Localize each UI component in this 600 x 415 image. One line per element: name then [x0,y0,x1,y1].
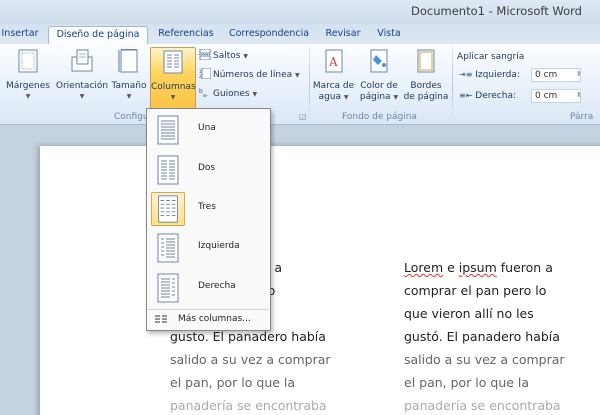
tab-revisar[interactable]: Revisar [322,26,364,44]
tab-diseno-de-pagina[interactable]: Diseño de página [48,26,148,44]
margins-button[interactable]: Márgenes ▼ [3,47,53,109]
chevron-down-icon: ▼ [126,93,132,100]
text-line: el pan, por lo que la [170,375,296,390]
menu-item-one-column[interactable]: Una [148,111,269,149]
columns-dropdown-menu: Una Dos Tres Izquierda Derecha Más colum… [146,108,271,331]
ribbon-tabs: Insertar Diseño de página Referencias Co… [0,24,600,44]
orientation-button[interactable]: Orientación ▼ [55,47,109,109]
hyphenation-button[interactable]: b a- Guiones ▼ [199,87,257,101]
line-numbers-icon: 12 [199,68,211,79]
chevron-down-icon: ▼ [79,93,85,100]
more-columns-menu-item[interactable]: Más columnas... [148,309,269,329]
indent-left-input[interactable]: 0 cm [531,68,581,82]
spinner-icon[interactable]: ⬍ [576,70,582,78]
orientation-icon [71,49,93,72]
page-color-button[interactable]: Color de página ▼ [357,47,401,109]
text-line: que vieron allí no les [404,306,534,321]
columns-button[interactable]: Columnas ▼ [150,47,196,109]
text-line: Lorem e ipsum fueron a [404,260,553,275]
margins-icon [18,49,38,73]
document-area: fueron a pero lo no les gusto. El panade… [0,125,600,415]
text-line: panadería se encontraba [404,398,561,413]
breaks-icon [199,49,211,60]
ribbon: Márgenes ▼ Orientación ▼ Tamaño ▼ Column… [0,44,600,125]
window-title: Documento1 - Microsoft Word [411,4,582,18]
document-page[interactable]: fueron a pero lo no les gusto. El panade… [40,146,600,415]
indent-left-icon: ⇥≡ [459,70,473,79]
tab-insertar[interactable]: Insertar [0,26,40,44]
group-divider [309,47,310,121]
columns-icon [163,50,183,74]
watermark-button[interactable]: A Marca de agua ▼ [312,47,355,109]
right-column-icon [157,273,179,303]
group-divider [452,47,453,121]
chevron-down-icon: ▼ [343,94,349,101]
page-color-icon [370,49,388,73]
watermark-icon: A [325,49,342,73]
tab-correspondencia[interactable]: Correspondencia [225,26,313,44]
text-line: salido a su vez a comprar [170,352,331,367]
more-columns-icon [155,315,167,323]
text-line: el pan, por lo que la [404,375,530,390]
one-column-icon [157,115,179,145]
menu-item-three-columns[interactable]: Tres [148,190,269,228]
line-numbers-button[interactable]: 1 2 Números de línea ▼ [199,68,300,82]
breaks-button[interactable]: Saltos ▼ [199,49,248,63]
indent-right-label: ≡⇤ Derecha: [459,91,516,101]
text-line: comprar el pan pero lo [404,283,547,298]
page-background-group-label: Fondo de página [342,112,417,122]
chevron-down-icon: ▼ [252,91,258,98]
indent-right-icon: ≡⇤ [459,91,473,100]
indent-right-input[interactable]: 0 cm [531,89,581,103]
title-bar: Documento1 - Microsoft Word [0,0,600,24]
two-columns-icon [157,155,179,185]
size-button[interactable]: Tamaño ▼ [110,47,148,109]
page-borders-icon [417,49,435,73]
paragraph-group-label: Párra [570,112,594,122]
indent-title: Aplicar sangría [457,52,525,62]
chevron-down-icon: ▼ [393,94,399,101]
dialog-launcher-icon[interactable]: ◲ [299,112,307,121]
chevron-down-icon: ▼ [25,93,31,100]
text-line: panadería se encontraba [170,398,327,413]
page-borders-button[interactable]: Bordes de página [402,47,450,109]
tab-referencias[interactable]: Referencias [151,26,221,44]
hyphenation-icon: ba- [199,88,208,98]
spinner-icon[interactable]: ⬍ [576,91,582,99]
text-line: gustó. El panadero había [404,329,560,344]
svg-text:a-: a- [203,93,208,98]
chevron-down-icon: ▼ [170,94,176,101]
svg-text:A: A [328,55,338,69]
indent-left-label: ⇥≡ Izquierda: [459,70,520,80]
menu-item-two-columns[interactable]: Dos [148,151,269,189]
tab-vista[interactable]: Vista [373,26,405,44]
menu-item-left-column[interactable]: Izquierda [148,229,269,267]
three-columns-icon [151,192,185,226]
page-size-icon [118,49,138,73]
chevron-down-icon: ▼ [243,53,248,60]
chevron-down-icon: ▼ [295,72,300,79]
left-column-icon [157,233,179,263]
menu-item-right-column[interactable]: Derecha [148,269,269,307]
text-column-2: Lorem e ipsum fueron a comprar el pan pe… [404,256,584,415]
text-line: salido a su vez a comprar [404,352,565,367]
